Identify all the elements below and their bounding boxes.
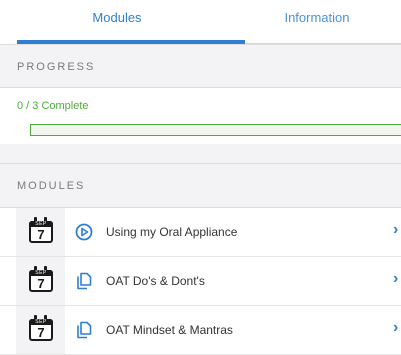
date-column: SEP 7 xyxy=(16,208,65,256)
document-copy-icon xyxy=(77,321,92,339)
tab-bar: Modules Information xyxy=(0,0,401,44)
calendar-day: 7 xyxy=(37,325,45,340)
tab-modules-label: Modules xyxy=(92,10,142,25)
progress-status-text: 0 / 3 Complete xyxy=(17,100,89,112)
date-column: SEP 7 xyxy=(16,257,65,305)
tab-modules[interactable]: Modules xyxy=(17,0,217,44)
chevron-right-icon: › xyxy=(393,319,399,336)
module-title: Using my Oral Appliance xyxy=(106,225,238,239)
calendar-icon: SEP 7 xyxy=(29,315,53,341)
module-title: OAT Mindset & Mantras xyxy=(106,323,233,337)
module-row[interactable]: SEP 7 OAT Mindset & Mantras › xyxy=(0,306,401,355)
date-column: SEP 7 xyxy=(16,306,65,354)
calendar-day: 7 xyxy=(37,227,45,242)
modules-section-title: MODULES xyxy=(17,180,86,192)
chevron-right-icon: › xyxy=(393,221,399,238)
document-copy-icon xyxy=(77,272,92,290)
tab-information[interactable]: Information xyxy=(217,0,401,44)
progress-section-header: PROGRESS xyxy=(0,44,401,88)
progress-section-title: PROGRESS xyxy=(17,61,96,73)
modules-section-header: MODULES xyxy=(0,163,401,208)
module-row[interactable]: SEP 7 Using my Oral Appliance › xyxy=(0,208,401,257)
chevron-right-icon: › xyxy=(393,270,399,287)
module-row[interactable]: SEP 7 OAT Do's & Dont's › xyxy=(0,257,401,306)
progress-bar xyxy=(30,124,401,136)
play-circle-icon xyxy=(75,223,93,241)
calendar-day: 7 xyxy=(37,276,45,291)
calendar-icon: SEP 7 xyxy=(29,266,53,292)
module-title: OAT Do's & Dont's xyxy=(106,274,205,288)
calendar-icon: SEP 7 xyxy=(29,217,53,243)
tab-information-label: Information xyxy=(284,10,350,25)
